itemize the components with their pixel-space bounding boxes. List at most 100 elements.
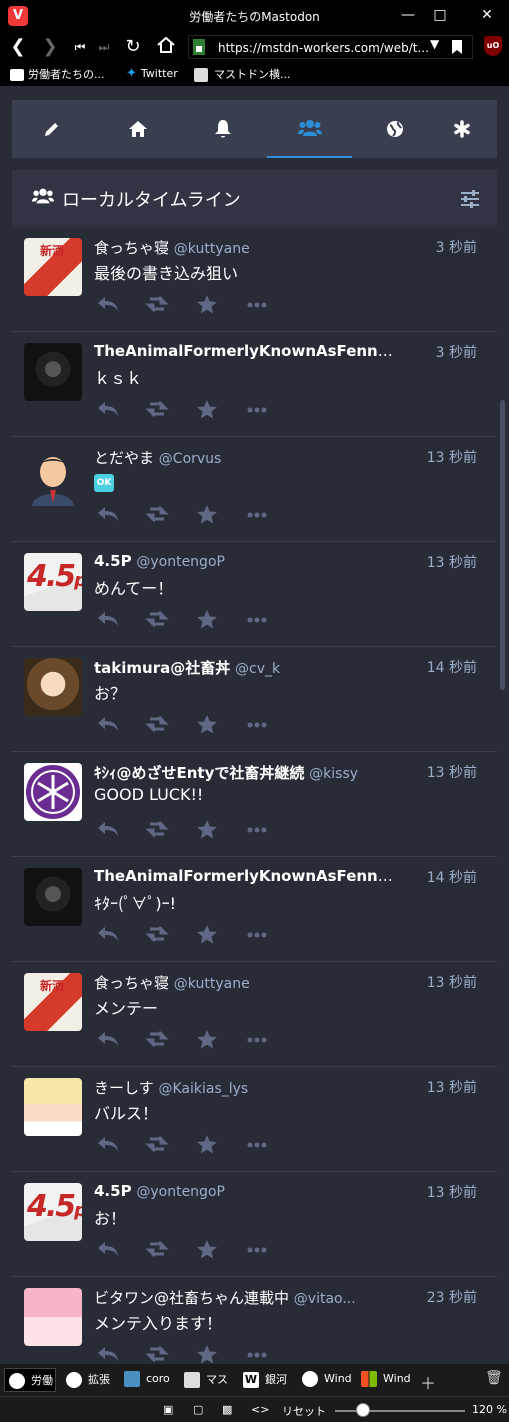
scrollbar[interactable] [500, 400, 505, 690]
status-timestamp[interactable]: 13 秒前 [427, 1182, 477, 1202]
more-icon[interactable] [245, 1344, 269, 1364]
status-display-name[interactable]: 4.5P @yontengoP [94, 1182, 394, 1200]
new-tab-button[interactable]: ＋ [420, 1368, 438, 1392]
avatar[interactable] [24, 448, 82, 506]
boost-icon[interactable] [145, 819, 169, 839]
tab-federated-timeline[interactable] [355, 100, 435, 158]
star-icon[interactable] [195, 714, 219, 734]
avatar[interactable]: 新酒 [24, 973, 82, 1031]
more-icon[interactable] [245, 399, 269, 419]
status-timestamp[interactable]: 13 秒前 [427, 972, 477, 992]
browser-tab[interactable]: Wind [361, 1368, 413, 1392]
avatar[interactable] [24, 1078, 82, 1136]
forward-button[interactable]: ❯ [38, 35, 62, 59]
reply-icon[interactable] [96, 819, 120, 839]
status-display-name[interactable]: 4.5P @yontengoP [94, 552, 394, 570]
boost-icon[interactable] [145, 609, 169, 629]
status-item[interactable]: 新酒 食っちゃ寝 @kuttyane 3 秒前 最後の書き込み狙い [12, 227, 497, 332]
avatar[interactable]: 4.5p [24, 1183, 82, 1241]
bookmark-item[interactable]: 労働者たちの... [10, 66, 105, 82]
status-timestamp[interactable]: 3 秒前 [436, 342, 477, 362]
reply-icon[interactable] [96, 1134, 120, 1154]
more-icon[interactable] [245, 504, 269, 524]
window-icon[interactable]: ▢ [193, 1403, 203, 1416]
status-display-name[interactable]: ｷｼｨ@めざせEntyで社畜丼継続 @kissy [94, 762, 394, 783]
ublock-icon[interactable]: uO [484, 36, 502, 56]
star-icon[interactable] [195, 504, 219, 524]
avatar[interactable]: 新酒 [24, 238, 82, 296]
avatar[interactable] [24, 658, 82, 716]
status-display-name[interactable]: きーしす @Kaikias_lys [94, 1077, 394, 1098]
status-item[interactable]: 4.5p 4.5P @yontengoP 13 秒前お！ [12, 1172, 497, 1277]
rewind-button[interactable]: ⏮ [68, 35, 92, 59]
more-icon[interactable] [245, 714, 269, 734]
status-item[interactable]: きーしす @Kaikias_lys 13 秒前 バルス！ [12, 1067, 497, 1172]
status-timestamp[interactable]: 13 秒前 [427, 762, 477, 782]
fast-forward-button[interactable]: ⏭ [92, 35, 116, 59]
maximize-button[interactable]: □ [425, 4, 455, 26]
sliders-icon[interactable] [460, 190, 480, 208]
browser-tab[interactable]: 労働 [4, 1368, 56, 1392]
reply-icon[interactable] [96, 399, 120, 419]
status-item[interactable]: 4.5p 4.5P @yontengoP 13 秒前めんてー！ [12, 542, 497, 647]
tab-home[interactable] [98, 100, 178, 158]
bookmark-icon[interactable] [452, 40, 462, 54]
more-icon[interactable] [245, 1239, 269, 1259]
status-timestamp[interactable]: 3 秒前 [436, 237, 477, 257]
reply-icon[interactable] [96, 714, 120, 734]
status-display-name[interactable]: 食っちゃ寝 @kuttyane [94, 237, 394, 258]
boost-icon[interactable] [145, 1134, 169, 1154]
star-icon[interactable] [195, 1029, 219, 1049]
avatar[interactable] [24, 868, 82, 926]
status-display-name[interactable]: とだやま @Corvus [94, 447, 394, 468]
avatar[interactable]: 4.5p [24, 553, 82, 611]
status-timestamp[interactable]: 23 秒前 [427, 1287, 477, 1307]
browser-tab[interactable]: coro [124, 1368, 176, 1392]
tab-local-timeline[interactable] [267, 100, 352, 158]
status-timestamp[interactable]: 13 秒前 [427, 1077, 477, 1097]
code-icon[interactable]: <> [251, 1403, 269, 1416]
more-icon[interactable] [245, 294, 269, 314]
boost-icon[interactable] [145, 294, 169, 314]
star-icon[interactable] [195, 609, 219, 629]
status-display-name[interactable]: takimura@社畜丼 @cv_k [94, 657, 394, 678]
star-icon[interactable] [195, 924, 219, 944]
tab-notifications[interactable] [183, 100, 263, 158]
zoom-slider-handle[interactable] [356, 1403, 370, 1417]
minimize-button[interactable]: — [393, 4, 423, 26]
zoom-reset-button[interactable]: リセット [282, 1403, 326, 1419]
status-item[interactable]: TheAnimalFormerlyKnownAsFennec @... 14 秒前… [12, 857, 497, 962]
camera-icon[interactable]: ▣ [163, 1403, 173, 1416]
browser-tab[interactable]: 拡張 [66, 1368, 118, 1392]
browser-tab[interactable]: Wind [302, 1368, 354, 1392]
image-icon[interactable]: ▩ [222, 1403, 232, 1416]
back-button[interactable]: ❮ [6, 35, 30, 59]
more-icon[interactable] [245, 1134, 269, 1154]
more-icon[interactable] [245, 819, 269, 839]
home-button[interactable] [154, 35, 178, 59]
more-icon[interactable] [245, 1029, 269, 1049]
status-item[interactable]: ｷｼｨ@めざせEntyで社畜丼継続 @kissy 13 秒前 GOOD LUCK!! [12, 752, 497, 857]
avatar[interactable] [24, 343, 82, 401]
reply-icon[interactable] [96, 294, 120, 314]
star-icon[interactable] [195, 1134, 219, 1154]
reply-icon[interactable] [96, 924, 120, 944]
trash-icon[interactable]: 🗑 [485, 1368, 503, 1392]
column-header[interactable]: ローカルタイムライン [12, 170, 497, 226]
reply-icon[interactable] [96, 1344, 120, 1364]
status-display-name[interactable]: TheAnimalFormerlyKnownAsFennec @... [94, 867, 394, 885]
reply-icon[interactable] [96, 1239, 120, 1259]
status-display-name[interactable]: TheAnimalFormerlyKnownAsFennec @j... [94, 342, 394, 360]
boost-icon[interactable] [145, 714, 169, 734]
status-timestamp[interactable]: 14 秒前 [427, 657, 477, 677]
star-icon[interactable] [195, 1239, 219, 1259]
star-icon[interactable] [195, 399, 219, 419]
avatar[interactable] [24, 1288, 82, 1346]
browser-tab[interactable]: マス [184, 1368, 236, 1392]
tab-getting-started[interactable] [427, 100, 497, 158]
status-item[interactable]: とだやま @Corvus 13 秒前 OK [12, 437, 497, 542]
boost-icon[interactable] [145, 1029, 169, 1049]
star-icon[interactable] [195, 294, 219, 314]
avatar[interactable] [24, 763, 82, 821]
status-display-name[interactable]: 食っちゃ寝 @kuttyane [94, 972, 394, 993]
